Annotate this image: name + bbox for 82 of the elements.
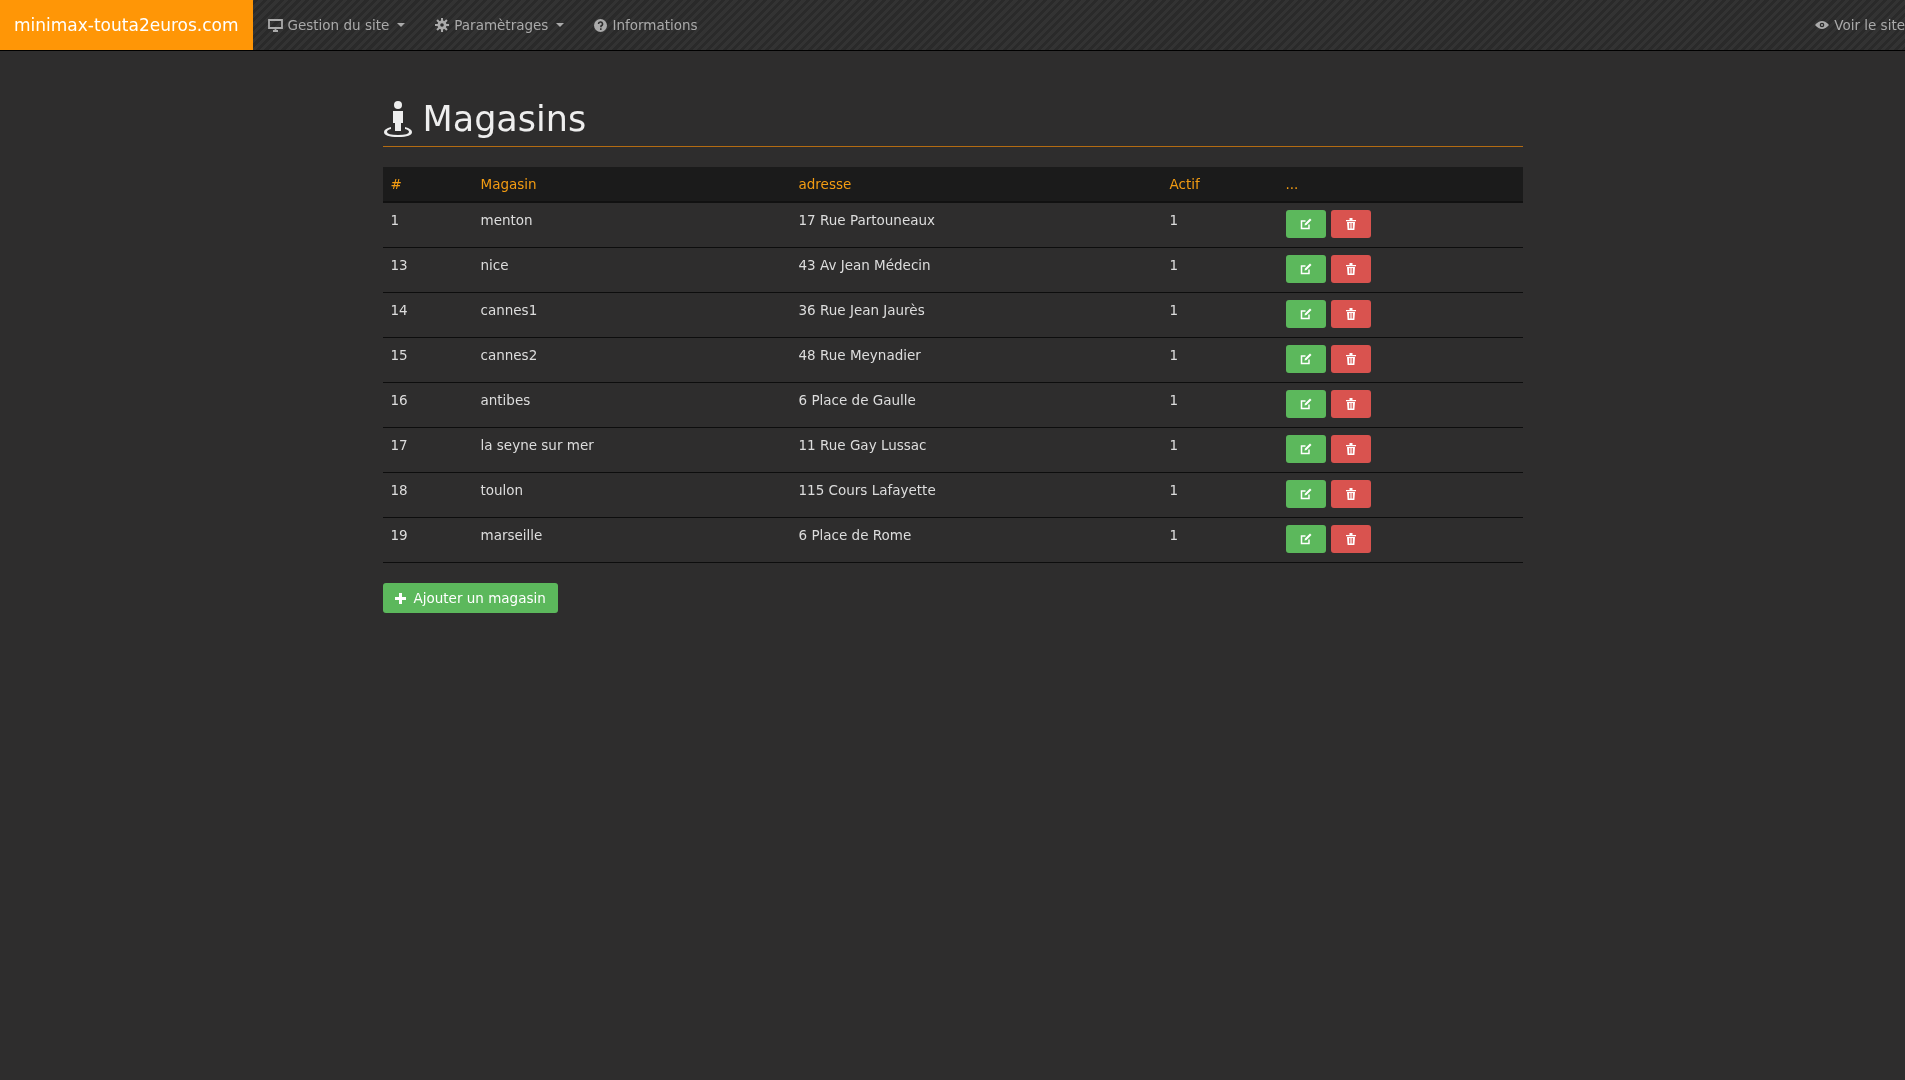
delete-button[interactable]	[1330, 210, 1371, 238]
edit-button[interactable]	[1285, 300, 1326, 328]
person-pin-icon	[382, 100, 413, 138]
trash-icon	[1345, 308, 1356, 320]
delete-button[interactable]	[1330, 300, 1371, 328]
trash-icon	[1345, 218, 1356, 230]
table-cell: 15	[382, 337, 473, 383]
table-cell: 17	[382, 427, 473, 473]
edit-button[interactable]	[1285, 525, 1326, 553]
delete-button[interactable]	[1330, 525, 1371, 553]
gear-icon	[435, 18, 450, 32]
plus-icon	[394, 592, 406, 604]
table-cell: 1	[382, 202, 473, 248]
edit-icon	[1299, 263, 1312, 275]
delete-button[interactable]	[1330, 480, 1371, 508]
edit-icon	[1299, 443, 1312, 455]
table-cell: 1	[1161, 247, 1278, 293]
view-site-link[interactable]: Voir le site	[1800, 17, 1905, 33]
table-cell: 14	[382, 292, 473, 338]
table-cell: 1	[1161, 382, 1278, 428]
edit-icon	[1299, 353, 1312, 365]
table-cell: 115 Cours Lafayette	[790, 472, 1162, 518]
trash-icon	[1345, 353, 1356, 365]
eye-icon	[1815, 20, 1830, 30]
delete-button[interactable]	[1330, 435, 1371, 463]
delete-button[interactable]	[1330, 255, 1371, 283]
edit-icon	[1299, 488, 1312, 500]
table-cell: 13	[382, 247, 473, 293]
monitor-icon	[267, 18, 283, 32]
edit-icon	[1299, 218, 1312, 230]
column-header: Magasin	[472, 167, 791, 202]
table-cell: 1	[1161, 292, 1278, 338]
trash-icon	[1345, 533, 1356, 545]
table-cell: 1	[1161, 517, 1278, 563]
edit-button[interactable]	[1285, 345, 1326, 373]
table-cell: toulon	[472, 472, 791, 518]
table-cell: 1	[1161, 337, 1278, 383]
nav-menu-link[interactable]: Gestion du site	[252, 17, 421, 33]
trash-icon	[1345, 443, 1356, 455]
edit-button[interactable]	[1285, 255, 1326, 283]
trash-icon	[1345, 398, 1356, 410]
table-cell: 11 Rue Gay Lussac	[790, 427, 1162, 473]
column-header: adresse	[790, 167, 1162, 202]
edit-icon	[1299, 308, 1312, 320]
delete-button[interactable]	[1330, 390, 1371, 418]
column-header: Actif	[1161, 167, 1278, 202]
help-icon	[594, 18, 608, 32]
table-cell: 1	[1161, 202, 1278, 248]
table-cell: 16	[382, 382, 473, 428]
table-cell: 17 Rue Partouneaux	[790, 202, 1162, 248]
table-cell: 48 Rue Meynadier	[790, 337, 1162, 383]
table-cell: antibes	[472, 382, 791, 428]
table-cell: 1	[1161, 472, 1278, 518]
edit-button[interactable]	[1285, 210, 1326, 238]
edit-icon	[1299, 533, 1312, 545]
table-cell: 36 Rue Jean Jaurès	[790, 292, 1162, 338]
table-cell: 43 Av Jean Médecin	[790, 247, 1162, 293]
table-cell: 6 Place de Gaulle	[790, 382, 1162, 428]
caret-icon	[397, 23, 406, 27]
delete-button[interactable]	[1330, 345, 1371, 373]
table-cell: cannes2	[472, 337, 791, 383]
table-cell: nice	[472, 247, 791, 293]
table-cell: 19	[382, 517, 473, 563]
table-cell: la seyne sur mer	[472, 427, 791, 473]
edit-button[interactable]	[1285, 435, 1326, 463]
table-cell: menton	[472, 202, 791, 248]
caret-icon	[556, 23, 565, 27]
trash-icon	[1345, 488, 1356, 500]
nav-menu-link[interactable]: Informations	[579, 17, 713, 33]
edit-button[interactable]	[1285, 390, 1326, 418]
table-cell: marseille	[472, 517, 791, 563]
page-title: Magasins	[422, 99, 587, 139]
edit-button[interactable]	[1285, 480, 1326, 508]
table-cell: 18	[382, 472, 473, 518]
trash-icon	[1345, 263, 1356, 275]
table-cell: 6 Place de Rome	[790, 517, 1162, 563]
column-header: ...	[1277, 167, 1523, 202]
column-header: #	[382, 167, 473, 202]
table-cell: 1	[1161, 427, 1278, 473]
nav-menu-link[interactable]: Paramètrages	[420, 17, 580, 33]
edit-icon	[1299, 398, 1312, 410]
table-cell: cannes1	[472, 292, 791, 338]
